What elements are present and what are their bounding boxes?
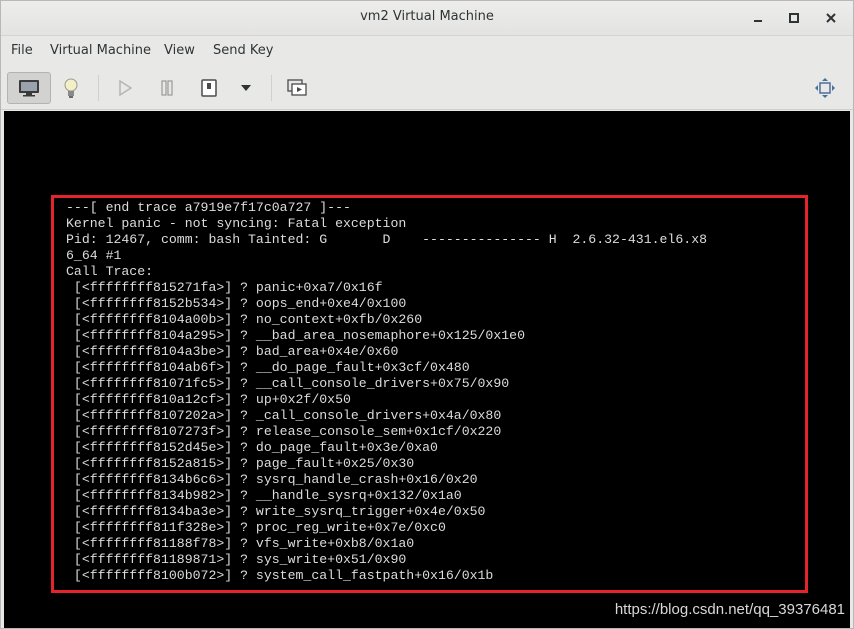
console-line: [<ffffffff8152b534>] ? oops_end+0xe4/0x1… xyxy=(66,296,407,311)
kernel-panic-text: ---[ end trace a7919e7f17c0a727 ]--- Kern… xyxy=(66,200,707,584)
details-icon xyxy=(63,77,79,99)
console-line: [<ffffffff810a12cf>] ? up+0x2f/0x50 xyxy=(66,392,351,407)
console-line: [<ffffffff8100b072>] ? system_call_fastp… xyxy=(66,568,494,583)
console-line: [<ffffffff8152a815>] ? page_fault+0x25/0… xyxy=(66,456,415,471)
minimize-icon xyxy=(752,12,764,24)
menu-bar: File Virtual Machine View Send Key xyxy=(1,36,853,66)
console-line: Pid: 12467, comm: bash Tainted: G D ----… xyxy=(66,232,708,247)
console-line: [<ffffffff8134ba3e>] ? write_sysrq_trigg… xyxy=(66,504,486,519)
toolbar-separator xyxy=(271,75,272,101)
console-line: 6_64 #1 xyxy=(66,248,122,263)
menu-view[interactable]: View xyxy=(164,43,195,58)
toolbar-separator xyxy=(98,75,99,101)
console-icon xyxy=(18,79,40,97)
details-view-button[interactable] xyxy=(57,72,85,104)
console-line: [<ffffffff8134b982>] ? __handle_sysrq+0x… xyxy=(66,488,462,503)
shutdown-menu-button[interactable] xyxy=(235,72,257,104)
menu-virtual-machine[interactable]: Virtual Machine xyxy=(50,43,151,58)
console-line: [<ffffffff81189871>] ? sys_write+0x51/0x… xyxy=(66,552,407,567)
pause-button[interactable] xyxy=(153,72,181,104)
console-line: [<ffffffff811f328e>] ? proc_reg_write+0x… xyxy=(66,520,446,535)
console-line: Kernel panic - not syncing: Fatal except… xyxy=(66,216,407,231)
console-line: [<ffffffff8104ab6f>] ? __do_page_fault+0… xyxy=(66,360,470,375)
console-view-button[interactable] xyxy=(7,72,51,104)
minimize-button[interactable] xyxy=(747,7,769,29)
console-line: [<ffffffff815271fa>] ? panic+0xa7/0x16f xyxy=(66,280,383,295)
close-icon xyxy=(825,12,837,24)
console-line: [<ffffffff81071fc5>] ? __call_console_dr… xyxy=(66,376,510,391)
vm-console-screen[interactable]: ---[ end trace a7919e7f17c0a727 ]--- Kern… xyxy=(4,111,850,628)
snapshots-button[interactable] xyxy=(283,72,311,104)
console-line: ---[ end trace a7919e7f17c0a727 ]--- xyxy=(66,200,351,215)
watermark: https://blog.csdn.net/qq_39376481 xyxy=(614,601,845,618)
maximize-icon xyxy=(788,12,800,24)
pause-icon xyxy=(160,80,174,96)
window-title: vm2 Virtual Machine xyxy=(360,9,494,24)
console-line: [<ffffffff8104a295>] ? __bad_area_nosema… xyxy=(66,328,525,343)
menu-file[interactable]: File xyxy=(11,43,33,58)
maximize-button[interactable] xyxy=(783,7,805,29)
run-button[interactable] xyxy=(111,72,139,104)
console-line: [<ffffffff8107273f>] ? release_console_s… xyxy=(66,424,502,439)
shutdown-button[interactable] xyxy=(195,72,223,104)
fullscreen-button[interactable] xyxy=(811,72,839,104)
chevron-down-icon xyxy=(241,85,251,91)
console-line: [<ffffffff8152d45e>] ? do_page_fault+0x3… xyxy=(66,440,438,455)
close-button[interactable] xyxy=(820,7,842,29)
run-icon xyxy=(118,80,132,96)
snapshots-icon xyxy=(287,79,307,97)
console-line: [<ffffffff8107202a>] ? _call_console_dri… xyxy=(66,408,502,423)
title-bar[interactable]: vm2 Virtual Machine xyxy=(1,1,853,36)
fullscreen-icon xyxy=(814,77,836,99)
toolbar xyxy=(1,67,853,110)
shutdown-icon xyxy=(201,79,217,97)
vm-window: vm2 Virtual Machine File Virtual Machine… xyxy=(0,0,854,629)
console-line: Call Trace: xyxy=(66,264,154,279)
menu-send-key[interactable]: Send Key xyxy=(213,43,273,58)
console-line: [<ffffffff81188f78>] ? vfs_write+0xb8/0x… xyxy=(66,536,415,551)
console-line: [<ffffffff8104a00b>] ? no_context+0xfb/0… xyxy=(66,312,423,327)
console-line: [<ffffffff8104a3be>] ? bad_area+0x4e/0x6… xyxy=(66,344,399,359)
console-line: [<ffffffff8134b6c6>] ? sysrq_handle_cras… xyxy=(66,472,478,487)
